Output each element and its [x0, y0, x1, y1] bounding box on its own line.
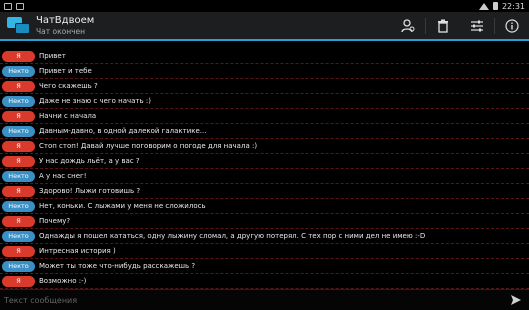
message-composer — [0, 289, 529, 310]
list-item: Я Привет — [0, 49, 529, 64]
status-time: 22:31 — [501, 1, 525, 11]
app-logo-icon[interactable] — [7, 16, 31, 36]
message-text: Возможно :-) — [39, 277, 87, 285]
list-item: Некто Может ты тоже что-нибудь расскажешь… — [0, 259, 529, 274]
sliders-icon — [471, 20, 483, 31]
list-item: Я Стоп стоп! Давай лучше поговорим о пого… — [0, 139, 529, 154]
author-badge: Я — [2, 110, 35, 122]
author-badge: Некто — [2, 200, 35, 212]
list-item: Я Чего скажешь ? — [0, 79, 529, 94]
author-badge: Некто — [2, 65, 35, 77]
author-badge: Некто — [2, 170, 35, 182]
settings-button[interactable] — [460, 12, 494, 39]
message-text: Может ты тоже что-нибудь расскажешь ? — [39, 262, 196, 270]
message-text: А у нас снег! — [39, 172, 87, 180]
battery-icon — [492, 2, 498, 10]
author-badge: Некто — [2, 260, 35, 272]
message-text: Начни с начала — [39, 112, 97, 120]
list-item: Я Интресная история ) — [0, 244, 529, 259]
author-badge: Некто — [2, 125, 35, 137]
screenshot-icon — [16, 2, 24, 10]
notification-icon — [4, 2, 12, 10]
list-item: Некто Однажды я пошел кататься, одну лыжи… — [0, 229, 529, 244]
author-badge: Я — [2, 215, 35, 227]
message-text: Привет и тебе — [39, 67, 92, 75]
info-button[interactable] — [495, 12, 529, 39]
chat-list[interactable]: Я Привет Некто Привет и тебе Я Чего скажешь… — [0, 49, 529, 289]
list-item: Я У нас дождь льёт, а у вас ? — [0, 154, 529, 169]
list-item: Некто Привет и тебе — [0, 64, 529, 79]
message-text: Даже не знаю с чего начать :) — [39, 97, 151, 105]
list-item: Некто А у нас снег! — [0, 169, 529, 184]
author-badge: Я — [2, 155, 35, 167]
info-icon — [505, 18, 519, 33]
new-chat-button[interactable] — [391, 12, 425, 39]
message-text: Почему? — [39, 217, 71, 225]
message-input[interactable] — [4, 291, 503, 309]
author-badge: Я — [2, 275, 35, 287]
message-text: Чего скажешь ? — [39, 82, 98, 90]
list-item: Я Возможно :-) — [0, 274, 529, 289]
delete-button[interactable] — [426, 12, 460, 39]
trash-icon — [438, 19, 448, 33]
message-text: Нет, коньки. С лыжами у меня не сложилос… — [39, 202, 206, 210]
action-bar: ЧатВдвоем Чат окончен — [0, 12, 529, 41]
list-item: Некто Давным-давно, в одной далекой галак… — [0, 124, 529, 139]
send-icon — [511, 295, 521, 305]
message-text: Давным-давно, в одной далекой галактике.… — [39, 127, 207, 135]
list-item: Я Здорово! Лыжи готовишь ? — [0, 184, 529, 199]
message-text: Привет — [39, 52, 66, 60]
message-text: Здорово! Лыжи готовишь ? — [39, 187, 141, 195]
author-badge: Я — [2, 50, 35, 62]
author-badge: Я — [2, 80, 35, 92]
wifi-icon — [478, 2, 489, 10]
author-badge: Я — [2, 245, 35, 257]
author-badge: Я — [2, 185, 35, 197]
list-item: Я Почему? — [0, 214, 529, 229]
app-title: ЧатВдвоем — [36, 14, 95, 26]
app-subtitle: Чат окончен — [36, 26, 86, 36]
message-text: У нас дождь льёт, а у вас ? — [39, 157, 140, 165]
list-item: Я Начни с начала — [0, 109, 529, 124]
author-badge: Некто — [2, 230, 35, 242]
send-button[interactable] — [503, 290, 529, 310]
message-text: Стоп стоп! Давай лучше поговорим о погод… — [39, 142, 258, 150]
list-item: Некто Нет, коньки. С лыжами у меня не сло… — [0, 199, 529, 214]
author-badge: Некто — [2, 95, 35, 107]
message-text: Интресная история ) — [39, 247, 116, 255]
user-search-icon — [401, 18, 415, 32]
author-badge: Я — [2, 140, 35, 152]
list-item: Некто Даже не знаю с чего начать :) — [0, 94, 529, 109]
message-text: Однажды я пошел кататься, одну лыжину сл… — [39, 232, 426, 240]
status-bar: 22:31 — [0, 0, 529, 12]
